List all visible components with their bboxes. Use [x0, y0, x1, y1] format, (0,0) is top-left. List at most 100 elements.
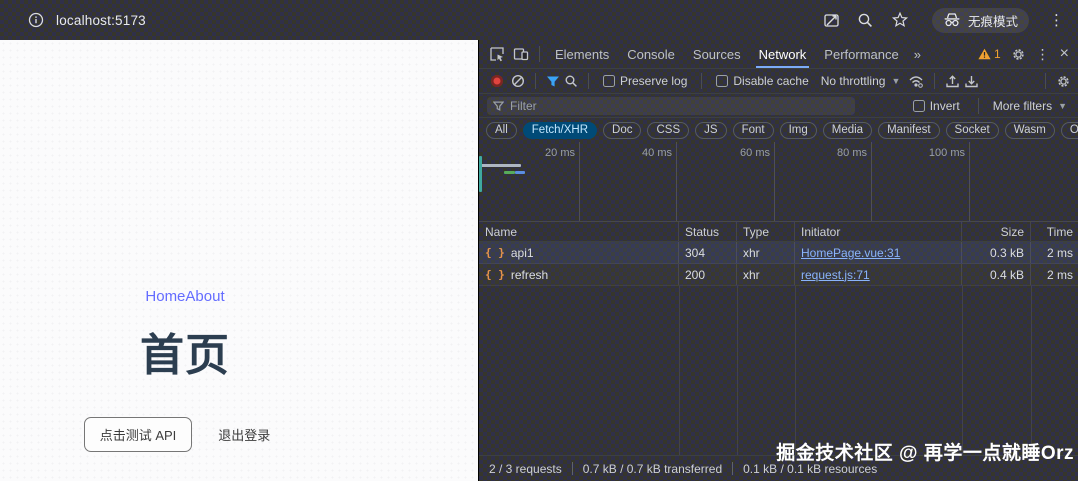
settings-gear-icon[interactable]: [1011, 47, 1026, 62]
column-divider[interactable]: [679, 286, 680, 455]
xhr-braces-icon: { }: [485, 246, 505, 259]
filter-placeholder: Filter: [510, 99, 537, 113]
gridline: [676, 142, 677, 221]
gridline: [774, 142, 775, 221]
preserve-log-checkbox[interactable]: Preserve log: [599, 74, 691, 88]
page-info-icon[interactable]: [26, 10, 46, 30]
search-icon[interactable]: [856, 10, 876, 30]
test-api-button[interactable]: 点击测试 API: [84, 417, 193, 452]
more-tabs-icon[interactable]: »: [908, 47, 927, 62]
request-type: xhr: [737, 264, 795, 285]
browser-menu-icon[interactable]: ⋮: [1049, 11, 1064, 29]
nav-link-about[interactable]: About: [185, 288, 224, 305]
requests-summary: 2 / 3 requests: [489, 462, 562, 476]
overview-edge-marker: [479, 156, 482, 192]
tick-40ms: 40 ms: [612, 147, 672, 159]
request-row-refresh[interactable]: { }refresh 200 xhr request.js:71 0.4 kB …: [479, 264, 1078, 286]
invert-label: Invert: [930, 99, 960, 113]
tick-20ms: 20 ms: [515, 147, 575, 159]
search-network-icon[interactable]: [564, 74, 578, 88]
waterfall-bar: [481, 164, 521, 167]
column-divider[interactable]: [795, 286, 796, 455]
share-icon[interactable]: [822, 10, 842, 30]
toolbar-actions: 无痕模式 ⋮: [822, 8, 1078, 33]
clear-network-log-icon[interactable]: [511, 74, 525, 88]
throttling-dropdown[interactable]: No throttling ▼: [817, 74, 905, 88]
warning-counter[interactable]: 1: [978, 47, 1001, 61]
chip-js[interactable]: JS: [695, 122, 726, 139]
device-toolbar-icon[interactable]: [509, 43, 533, 65]
network-conditions-icon[interactable]: [908, 75, 924, 88]
col-size[interactable]: Size: [962, 222, 1031, 241]
network-overview-timeline[interactable]: 20 ms 40 ms 60 ms 80 ms 100 ms: [479, 142, 1078, 222]
tab-sources[interactable]: Sources: [684, 40, 750, 68]
col-name[interactable]: Name: [479, 222, 679, 241]
nav-link-home[interactable]: Home: [145, 288, 185, 305]
chip-css[interactable]: CSS: [647, 122, 689, 139]
logout-button[interactable]: 退出登录: [202, 417, 286, 452]
browser-window: localhost:5173 无痕模式 ⋮ HomeAbout 首页 点击: [0, 0, 1078, 481]
close-devtools-icon[interactable]: ×: [1060, 45, 1069, 63]
disable-cache-checkbox[interactable]: Disable cache: [712, 74, 812, 88]
chip-fetch-xhr[interactable]: Fetch/XHR: [523, 122, 597, 139]
col-initiator[interactable]: Initiator: [795, 222, 962, 241]
tab-console[interactable]: Console: [618, 40, 684, 68]
column-divider[interactable]: [962, 286, 963, 455]
requests-table-header: Name Status Type Initiator Size Time: [479, 222, 1078, 242]
filter-bar: Filter Invert More filters ▼: [479, 94, 1078, 118]
filter-funnel-icon[interactable]: [546, 75, 560, 88]
request-row-api1[interactable]: { }api1 304 xhr HomePage.vue:31 0.3 kB 2…: [479, 242, 1078, 264]
divider: [572, 462, 573, 475]
chip-doc[interactable]: Doc: [603, 122, 641, 139]
import-har-icon[interactable]: [945, 74, 960, 89]
chip-other[interactable]: Other: [1061, 122, 1078, 139]
url-text[interactable]: localhost:5173: [56, 13, 146, 28]
more-filters-label: More filters: [993, 99, 1052, 113]
filter-input[interactable]: Filter: [487, 97, 855, 115]
inspect-element-icon[interactable]: [485, 43, 509, 65]
divider: [701, 73, 702, 89]
chip-media[interactable]: Media: [823, 122, 872, 139]
tab-network[interactable]: Network: [750, 40, 816, 68]
request-initiator: request.js:71: [795, 264, 962, 285]
request-initiator: HomePage.vue:31: [795, 242, 962, 263]
col-time[interactable]: Time: [1031, 222, 1078, 241]
column-divider[interactable]: [1031, 286, 1032, 455]
address-bar[interactable]: localhost:5173: [0, 10, 822, 30]
preserve-log-label: Preserve log: [620, 74, 687, 88]
transferred-summary: 0.7 kB / 0.7 kB transferred: [583, 462, 722, 476]
chip-socket[interactable]: Socket: [946, 122, 999, 139]
tick-80ms: 80 ms: [807, 147, 867, 159]
page-title: 首页: [0, 319, 370, 383]
chip-wasm[interactable]: Wasm: [1005, 122, 1055, 139]
devtools-menu-icon[interactable]: ⋮: [1036, 46, 1050, 63]
tab-performance[interactable]: Performance: [815, 40, 907, 68]
col-type[interactable]: Type: [737, 222, 795, 241]
initiator-link[interactable]: request.js:71: [801, 268, 870, 282]
network-settings-gear-icon[interactable]: [1056, 74, 1071, 89]
col-status[interactable]: Status: [679, 222, 737, 241]
filter-options: Invert More filters ▼: [909, 98, 1071, 114]
checkbox-icon: [716, 75, 728, 87]
request-name: { }refresh: [479, 264, 679, 285]
router-nav: HomeAbout: [0, 288, 370, 305]
more-filters-dropdown[interactable]: More filters ▼: [993, 99, 1067, 113]
network-toolbar: Preserve log Disable cache No throttling…: [479, 69, 1078, 94]
checkbox-icon: [603, 75, 615, 87]
initiator-link[interactable]: HomePage.vue:31: [801, 246, 900, 260]
divider: [1045, 73, 1046, 89]
column-divider[interactable]: [737, 286, 738, 455]
chip-all[interactable]: All: [486, 122, 517, 139]
tab-elements[interactable]: Elements: [546, 40, 618, 68]
chip-font[interactable]: Font: [733, 122, 774, 139]
throttling-value: No throttling: [821, 74, 886, 88]
record-network-log-icon[interactable]: [491, 75, 503, 87]
request-name: { }api1: [479, 242, 679, 263]
export-har-icon[interactable]: [964, 74, 979, 89]
bookmark-star-icon[interactable]: [890, 10, 910, 30]
invert-checkbox[interactable]: Invert: [909, 99, 964, 113]
chip-manifest[interactable]: Manifest: [878, 122, 939, 139]
chip-img[interactable]: Img: [780, 122, 817, 139]
disable-cache-label: Disable cache: [733, 74, 808, 88]
tick-60ms: 60 ms: [710, 147, 770, 159]
